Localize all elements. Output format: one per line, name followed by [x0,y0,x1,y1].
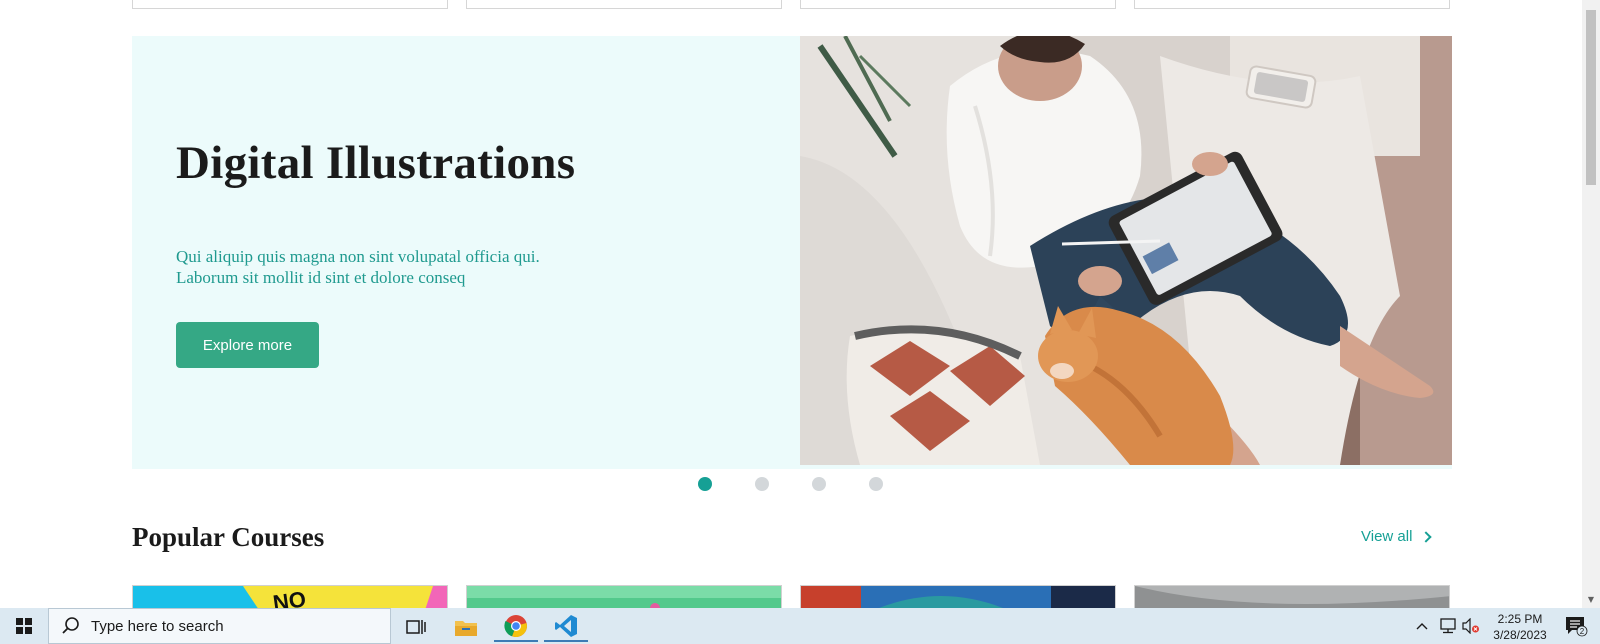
taskbar-search-box[interactable]: Type here to search [48,608,391,644]
course-card[interactable] [800,585,1116,608]
windows-taskbar: Type here to search 2:25 PM 3/28/2023 2 [0,608,1600,644]
chevron-up-icon [1416,623,1428,630]
volume-button[interactable] [1460,608,1482,644]
hero-photo [800,36,1452,465]
network-icon [1440,618,1456,634]
hero-description-line: Laborum sit mollit id sint et dolore con… [176,268,466,287]
hero-description-line: Qui aliquip quis magna non sint volupata… [176,247,540,266]
view-all-label: View all [1361,528,1413,545]
hero-slide: Digital Illustrations Qui aliquip quis m… [132,36,1452,469]
course-card[interactable] [466,585,782,608]
browser-viewport: Digital Illustrations Qui aliquip quis m… [0,0,1582,608]
scroll-down-arrow-icon[interactable]: ▼ [1586,596,1596,604]
notification-icon: 2 [1566,617,1588,637]
chrome-icon [504,615,527,638]
vscode-icon [555,615,577,637]
top-card-row [132,0,1452,9]
chevron-right-icon [1420,530,1433,543]
top-card[interactable] [132,0,448,9]
hero-title: Digital Illustrations [176,137,576,189]
volume-muted-icon [1462,618,1479,634]
top-card[interactable] [800,0,1116,9]
course-thumbnail: NO [133,586,447,608]
top-card[interactable] [466,0,782,9]
carousel-indicators [698,477,888,491]
notification-count: 2 [1580,627,1585,636]
popular-courses-title: Popular Courses [132,522,325,552]
course-card[interactable] [1134,585,1450,608]
windows-start-icon [16,618,32,634]
course-thumbnail [467,586,781,608]
course-card-row: NO [132,585,1452,608]
hero-text-panel: Digital Illustrations Qui aliquip quis m… [176,36,736,469]
windows-start-button[interactable] [0,608,48,644]
file-explorer-icon [455,621,477,636]
hero-description: Qui aliquip quis magna non sint volupata… [176,246,596,288]
course-card[interactable]: NO [132,585,448,608]
carousel-dot-3[interactable] [812,477,826,491]
vscode-button[interactable] [544,612,588,642]
network-button[interactable] [1436,608,1460,644]
course-thumbnail [1135,586,1449,608]
clock-date: 3/28/2023 [1493,628,1547,642]
system-clock[interactable]: 2:25 PM 3/28/2023 [1480,611,1560,643]
top-card[interactable] [1134,0,1450,9]
carousel-dot-1[interactable] [698,477,712,491]
search-icon [61,616,81,636]
task-view-button[interactable] [394,612,438,642]
explore-more-button[interactable]: Explore more [176,322,319,368]
carousel-dot-4[interactable] [869,477,883,491]
show-hidden-icons-button[interactable] [1412,608,1432,644]
hero-photo-illustration [800,36,1452,465]
carousel-dot-2[interactable] [755,477,769,491]
course-thumbnail [801,586,1115,608]
notification-center-button[interactable]: 2 [1558,608,1594,644]
vertical-scrollbar[interactable]: ▼ [1582,0,1600,608]
chrome-button[interactable] [494,612,538,642]
svg-text:NO: NO [271,586,307,608]
scrollbar-thumb[interactable] [1586,10,1596,185]
search-placeholder: Type here to search [91,617,224,635]
clock-time: 2:25 PM [1497,612,1543,626]
task-view-icon [406,620,426,634]
file-explorer-button[interactable] [444,612,488,642]
view-all-link[interactable]: View all [1361,528,1433,545]
